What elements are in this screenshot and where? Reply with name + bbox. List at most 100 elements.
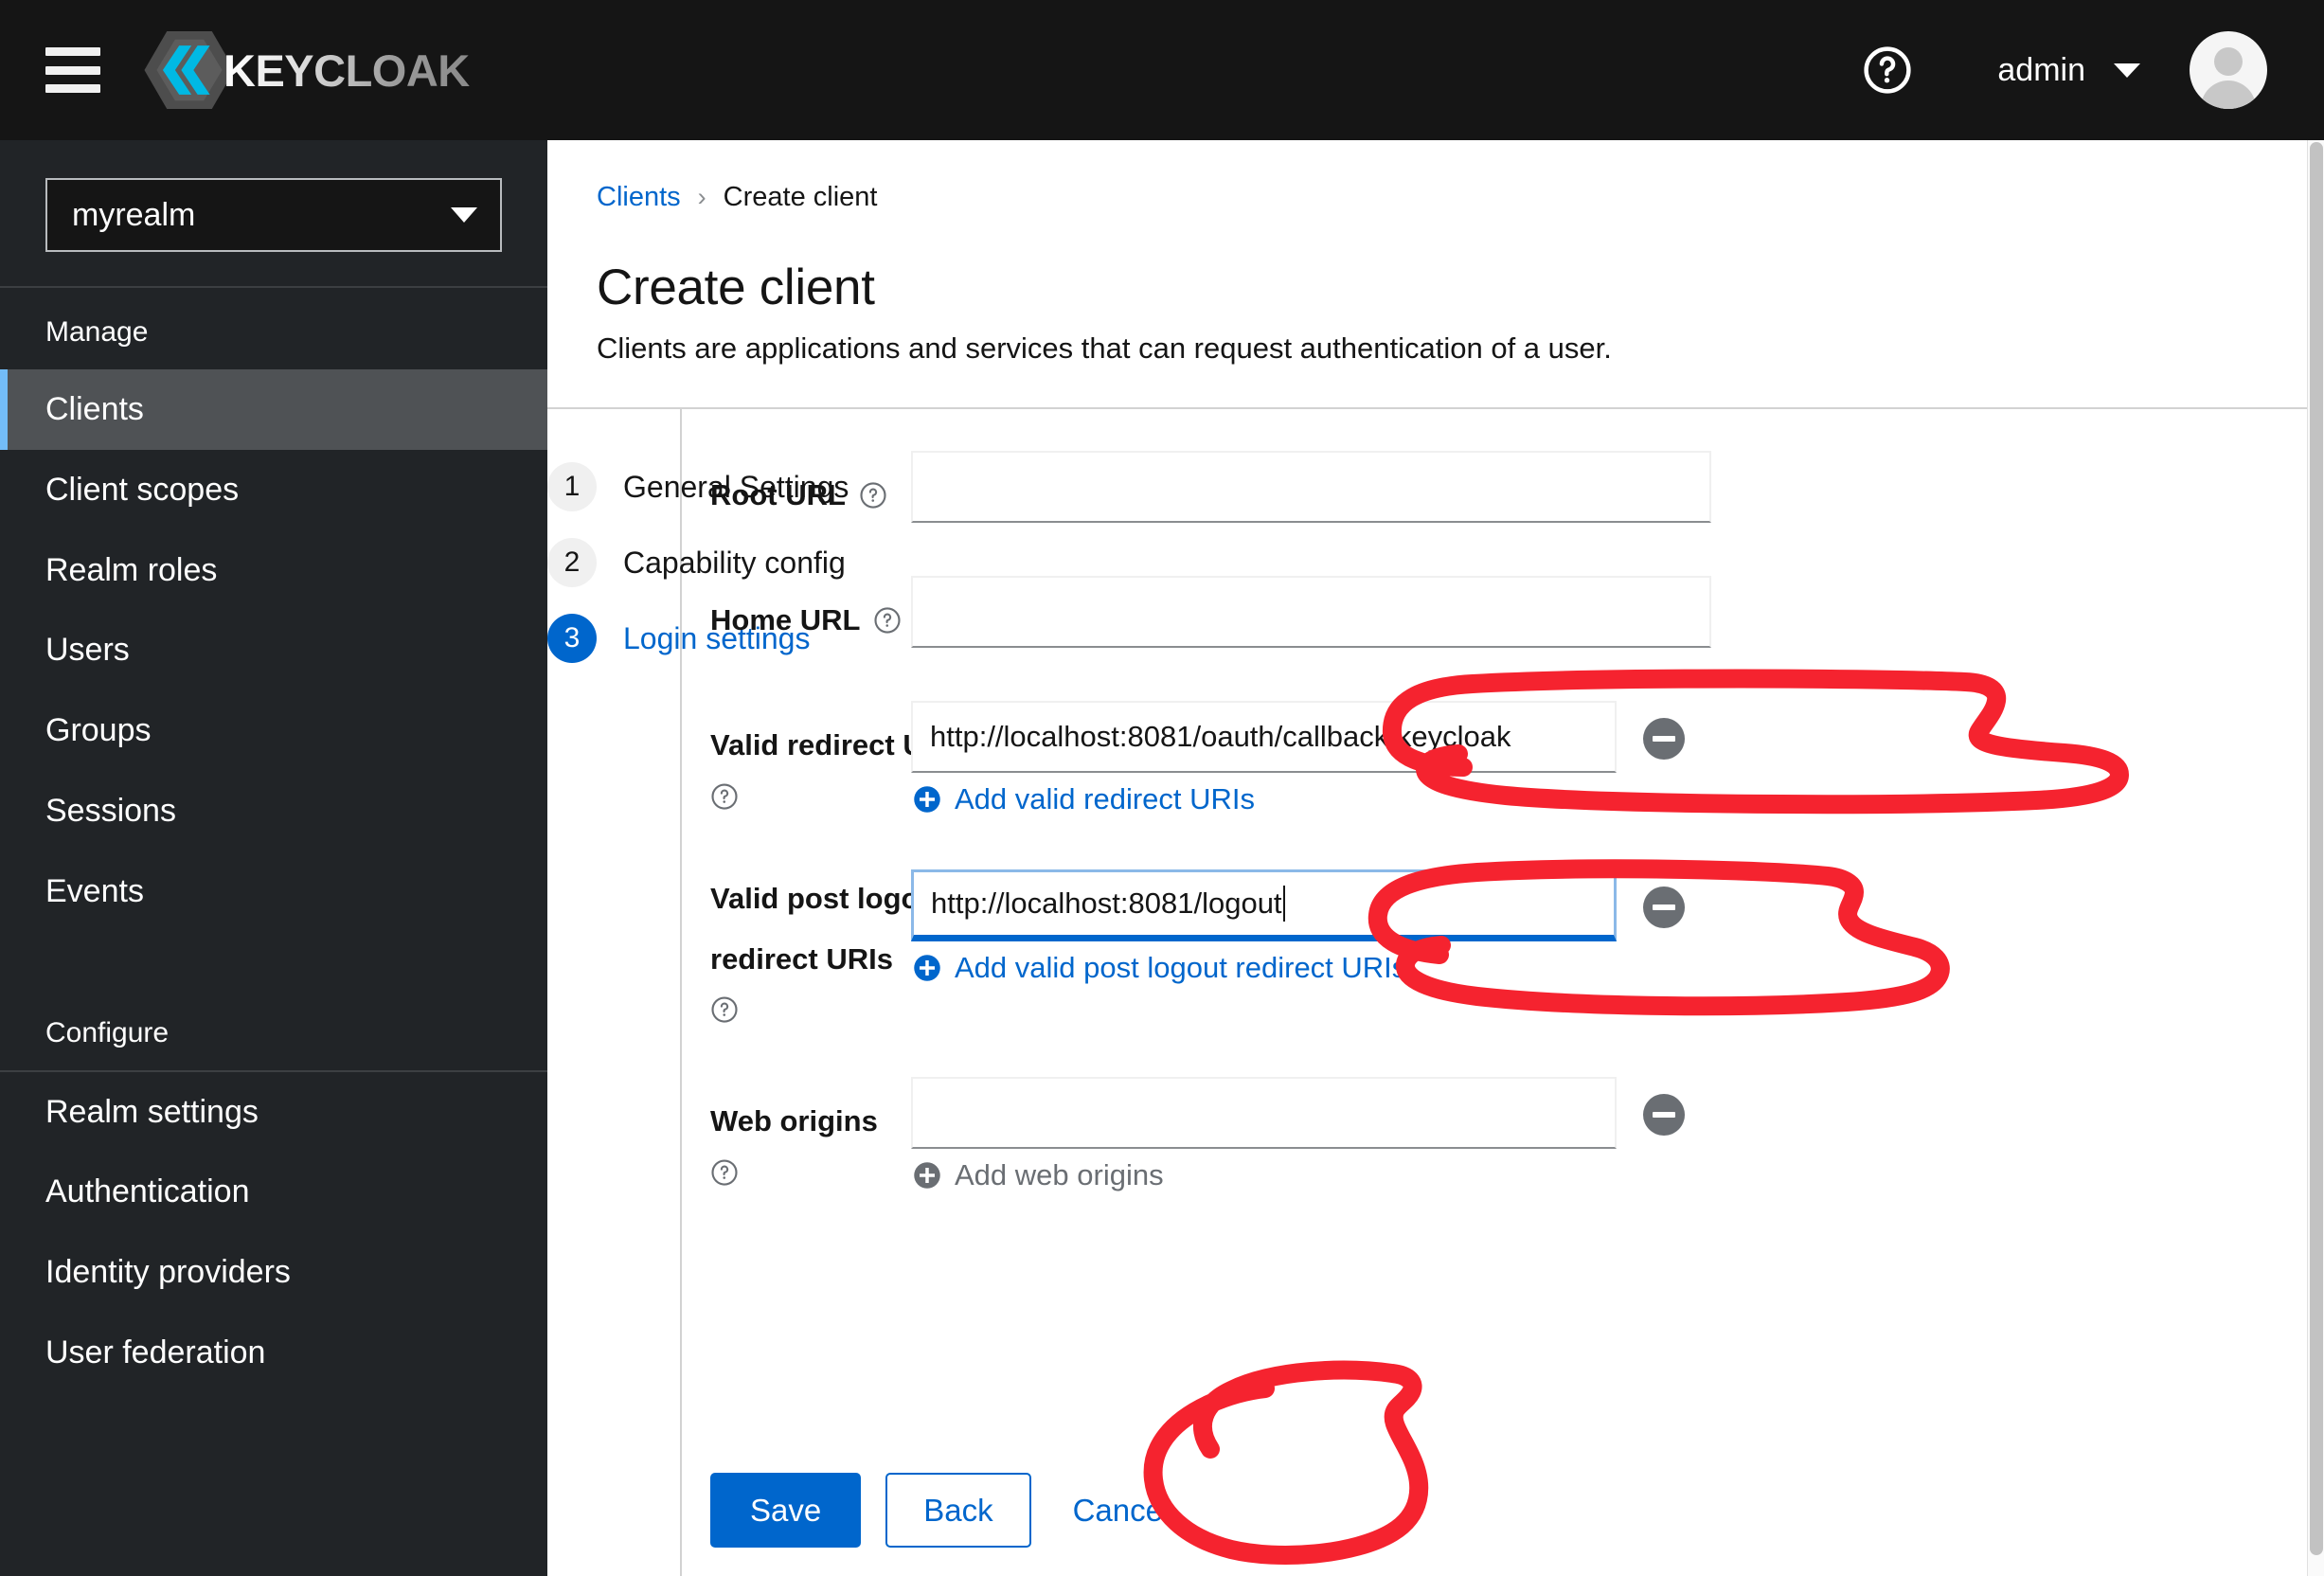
hamburger-menu-icon[interactable] <box>45 47 100 93</box>
login-settings-form: Root URL Home URL Valid redirect URIs ht… <box>710 451 2244 1245</box>
field-home-url: Home URL <box>710 576 2244 648</box>
realm-selector-container: myrealm <box>0 140 547 286</box>
field-label-home-url: Home URL <box>710 576 911 644</box>
breadcrumb-link-clients[interactable]: Clients <box>597 182 681 213</box>
scrollbar-thumb[interactable] <box>2310 142 2323 1555</box>
help-circle-icon[interactable] <box>710 1158 739 1187</box>
user-menu-toggle[interactable]: admin <box>1997 52 2140 89</box>
vertical-scrollbar[interactable] <box>2307 140 2324 1576</box>
valid-redirect-uris-input[interactable]: http://localhost:8081/oauth/callback/key… <box>911 701 1617 773</box>
sidebar-item-label: Realm settings <box>45 1093 259 1130</box>
sidebar-item-client-scopes[interactable]: Client scopes <box>0 450 547 530</box>
breadcrumb: Clients › Create client <box>597 182 2254 213</box>
sidebar-item-authentication[interactable]: Authentication <box>0 1152 547 1232</box>
help-circle-icon[interactable] <box>859 481 887 510</box>
sidebar-item-identity-providers[interactable]: Identity providers <box>0 1232 547 1313</box>
sidebar-group-heading: Manage <box>45 316 149 348</box>
field-web-origins: Web origins Add web origins <box>710 1077 2244 1192</box>
sidebar-item-users[interactable]: Users <box>0 610 547 690</box>
sidebar-item-realm-settings[interactable]: Realm settings <box>0 1072 547 1153</box>
field-label-web-origins: Web origins <box>710 1077 911 1187</box>
wizard-form-divider <box>680 409 682 1576</box>
chevron-right-icon: › <box>697 183 706 211</box>
field-label-text: Root URL <box>710 478 846 511</box>
help-circle-icon[interactable] <box>710 782 739 811</box>
help-circle-icon[interactable] <box>873 606 902 635</box>
add-valid-redirect-uris-link[interactable]: Add valid redirect URIs <box>913 782 1617 816</box>
keycloak-admin-console: KEYCLOAK admin myrealm Manage Clients Cl… <box>0 0 2324 1576</box>
wizard-step-capability-config[interactable]: 2 Capability config <box>547 538 846 587</box>
brand-logo[interactable]: KEYCLOAK <box>138 19 470 121</box>
sidebar-group-heading: Configure <box>45 1016 170 1048</box>
minus-circle-icon[interactable] <box>1643 718 1685 760</box>
save-button[interactable]: Save <box>710 1473 862 1548</box>
field-label-text-line2: redirect URIs <box>710 941 893 976</box>
wizard-steps: 1 General Settings 2 Capability config 3… <box>547 462 849 690</box>
sidebar-item-label: Groups <box>45 712 152 749</box>
sidebar-item-label: Users <box>45 632 130 669</box>
sidebar-item-sessions[interactable]: Sessions <box>0 771 547 851</box>
add-valid-post-logout-redirect-uris-link[interactable]: Add valid post logout redirect URIs <box>913 951 1617 985</box>
field-label-valid-post-logout-redirect-uris: Valid post logout redirect URIs <box>710 869 947 1024</box>
page-subtitle: Clients are applications and services th… <box>597 331 1612 365</box>
sidebar-item-groups[interactable]: Groups <box>0 690 547 771</box>
user-name-label: admin <box>1997 51 2085 88</box>
help-circle-icon[interactable] <box>1851 34 1923 106</box>
sidebar-item-label: Clients <box>45 391 144 427</box>
wizard-step-general-settings[interactable]: 1 General Settings <box>547 462 849 511</box>
valid-post-logout-redirect-uris-value: http://localhost:8081/logout <box>931 886 1282 920</box>
sidebar-item-label: Authentication <box>45 1173 250 1210</box>
sidebar-navigation: myrealm Manage Clients Client scopes Rea… <box>0 140 547 1576</box>
field-root-url: Root URL <box>710 451 2244 523</box>
hamburger-bar <box>45 47 100 56</box>
sidebar-item-user-federation[interactable]: User federation <box>0 1313 547 1393</box>
realm-selector-value: myrealm <box>72 196 196 233</box>
sidebar-item-label: Events <box>45 872 144 909</box>
sidebar-item-events[interactable]: Events <box>0 851 547 932</box>
plus-circle-icon <box>914 955 940 981</box>
form-actions: Save Back Cancel <box>710 1473 1187 1548</box>
field-label-valid-redirect-uris: Valid redirect URIs <box>710 701 970 811</box>
help-circle-glyph <box>1864 46 1912 94</box>
wizard-step-login-settings[interactable]: 3 Login settings <box>547 614 810 663</box>
plus-circle-icon <box>914 786 940 813</box>
valid-post-logout-redirect-uris-input[interactable]: http://localhost:8081/logout <box>911 869 1617 941</box>
add-link-label: Add valid post logout redirect URIs <box>955 951 1407 984</box>
root-url-input[interactable] <box>911 451 1711 523</box>
plus-circle-icon <box>914 1162 940 1189</box>
web-origins-input[interactable] <box>911 1077 1617 1150</box>
help-circle-icon[interactable] <box>710 995 739 1024</box>
back-button[interactable]: Back <box>885 1473 1031 1548</box>
hamburger-bar <box>45 84 100 93</box>
sidebar-item-clients[interactable]: Clients <box>0 369 547 450</box>
avatar[interactable] <box>2190 31 2267 109</box>
add-link-label: Add web origins <box>955 1158 1164 1192</box>
caret-down-icon <box>2114 63 2140 78</box>
realm-selector[interactable]: myrealm <box>45 178 502 252</box>
wizard-step-number: 2 <box>547 538 597 587</box>
field-label-text: Home URL <box>710 603 861 636</box>
minus-circle-icon[interactable] <box>1643 886 1685 928</box>
wizard-step-number: 1 <box>547 462 597 511</box>
minus-circle-icon[interactable] <box>1643 1094 1685 1137</box>
sidebar-item-label: User federation <box>45 1334 266 1370</box>
caret-down-icon <box>451 207 477 223</box>
hamburger-bar <box>45 65 100 75</box>
form-area: 1 General Settings 2 Capability config 3… <box>547 409 2307 1576</box>
sidebar-group-configure: Configure Realm settings Authentication … <box>0 989 547 1393</box>
sidebar-item-label: Identity providers <box>45 1254 291 1291</box>
sidebar-item-realm-roles[interactable]: Realm roles <box>0 530 547 611</box>
sidebar-item-label: Client scopes <box>45 471 240 508</box>
masthead: KEYCLOAK admin <box>0 0 2324 140</box>
text-cursor <box>1282 886 1285 922</box>
cancel-button[interactable]: Cancel <box>1056 1473 1188 1548</box>
field-valid-post-logout-redirect-uris: Valid post logout redirect URIs http://l… <box>710 869 2244 1024</box>
main-content: Clients › Create client Create client Cl… <box>547 140 2307 1576</box>
home-url-input[interactable] <box>911 576 1711 648</box>
brand-name: KEYCLOAK <box>223 45 470 96</box>
field-label-root-url: Root URL <box>710 451 911 519</box>
add-web-origins-link[interactable]: Add web origins <box>913 1158 1617 1192</box>
sidebar-group-manage: Manage Clients Client scopes Realm roles… <box>0 288 547 932</box>
field-label-text: Web origins <box>710 1104 878 1138</box>
wizard-step-number: 3 <box>547 614 597 663</box>
